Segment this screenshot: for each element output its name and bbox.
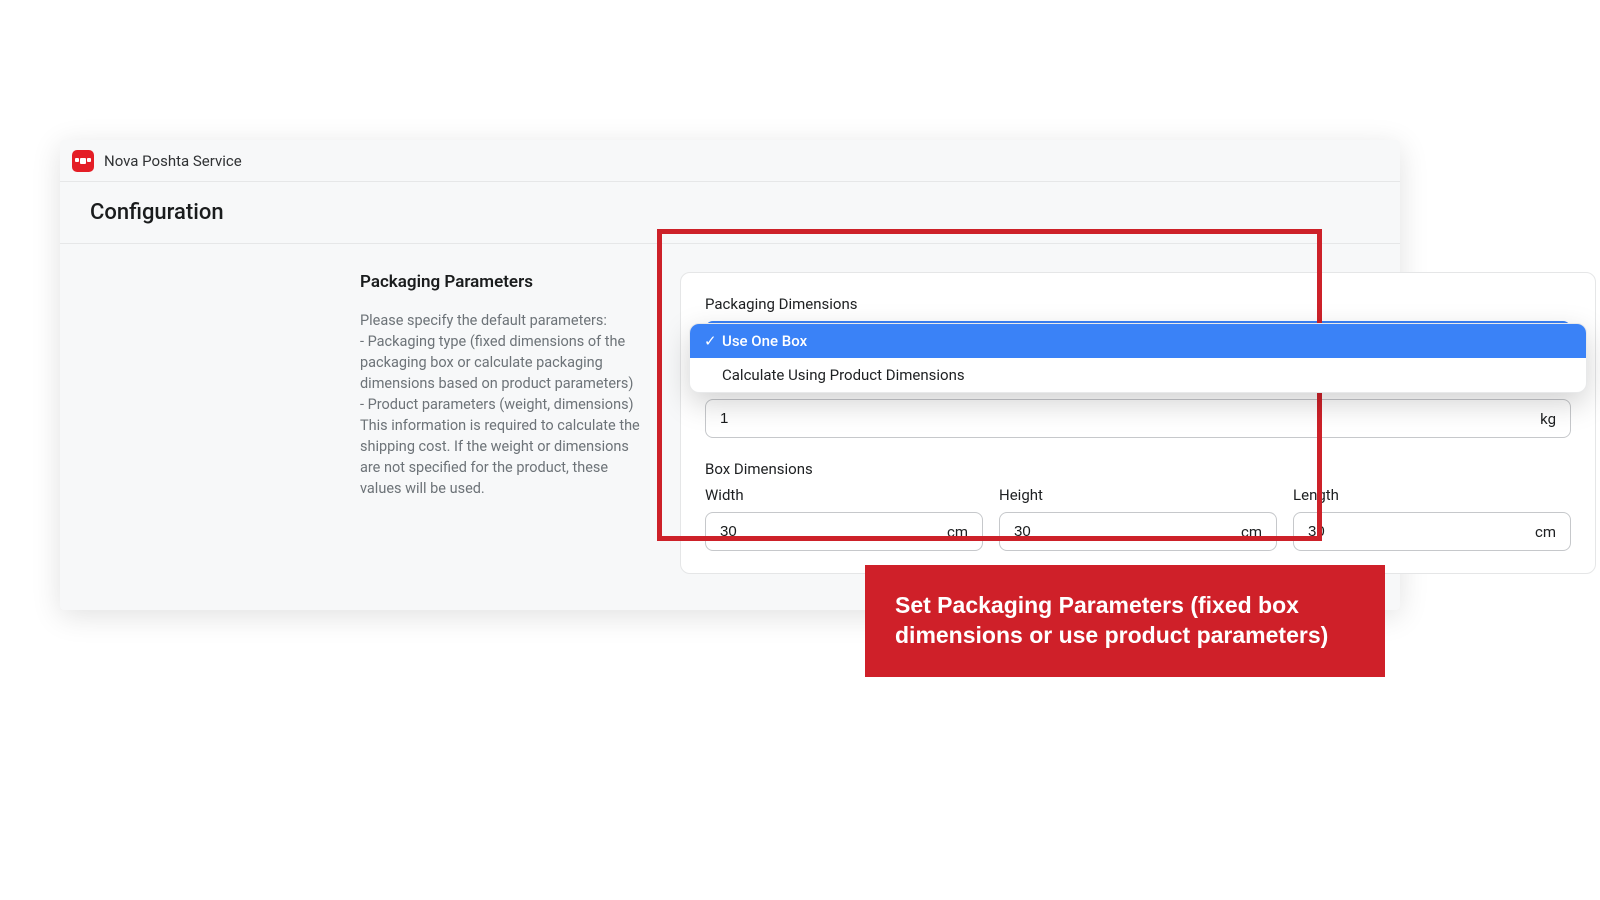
- box-dimensions-row: Width cm Height cm Len: [705, 486, 1571, 551]
- length-input[interactable]: [1294, 523, 1521, 540]
- height-field: cm: [999, 512, 1277, 551]
- default-weight-unit: kg: [1526, 410, 1570, 428]
- width-field: cm: [705, 512, 983, 551]
- page-subheader: Configuration: [60, 182, 1400, 244]
- callout-text: Set Packaging Parameters (fixed box dime…: [895, 592, 1328, 648]
- box-dimensions-label: Box Dimensions: [705, 460, 1571, 478]
- dropdown-option-use-one-box[interactable]: ✓ Use One Box: [690, 324, 1586, 358]
- left-gutter: [60, 272, 360, 574]
- height-input[interactable]: [1000, 523, 1227, 540]
- app-window: Nova Poshta Service Configuration Packag…: [60, 140, 1400, 610]
- length-field: cm: [1293, 512, 1571, 551]
- section-description-column: Packaging Parameters Please specify the …: [360, 272, 680, 574]
- length-unit: cm: [1521, 523, 1570, 541]
- default-weight-input[interactable]: [706, 410, 1526, 427]
- width-input[interactable]: [706, 523, 933, 540]
- annotation-callout: Set Packaging Parameters (fixed box dime…: [865, 565, 1385, 677]
- page-title: Configuration: [90, 200, 1370, 225]
- app-title: Nova Poshta Service: [104, 152, 242, 170]
- section-description: Please specify the default parameters: -…: [360, 310, 652, 499]
- dropdown-option-calculate[interactable]: Calculate Using Product Dimensions: [690, 358, 1586, 392]
- height-unit: cm: [1227, 523, 1276, 541]
- app-logo-icon: [72, 150, 94, 172]
- packaging-dimensions-label: Packaging Dimensions: [705, 295, 1571, 313]
- height-label: Height: [999, 486, 1277, 504]
- check-icon: ✓: [704, 332, 722, 350]
- app-header: Nova Poshta Service: [60, 140, 1400, 182]
- packaging-card: Packaging Dimensions ✓ Use One Box Calcu…: [680, 272, 1596, 574]
- packaging-type-dropdown: ✓ Use One Box Calculate Using Product Di…: [689, 323, 1587, 393]
- length-label: Length: [1293, 486, 1571, 504]
- dropdown-option-label: Use One Box: [722, 332, 807, 350]
- dropdown-option-label: Calculate Using Product Dimensions: [722, 366, 965, 384]
- width-label: Width: [705, 486, 983, 504]
- content-area: Packaging Parameters Please specify the …: [60, 244, 1400, 610]
- default-weight-field: kg: [705, 399, 1571, 438]
- form-column: Packaging Dimensions ✓ Use One Box Calcu…: [680, 272, 1600, 574]
- width-unit: cm: [933, 523, 982, 541]
- section-title: Packaging Parameters: [360, 272, 652, 292]
